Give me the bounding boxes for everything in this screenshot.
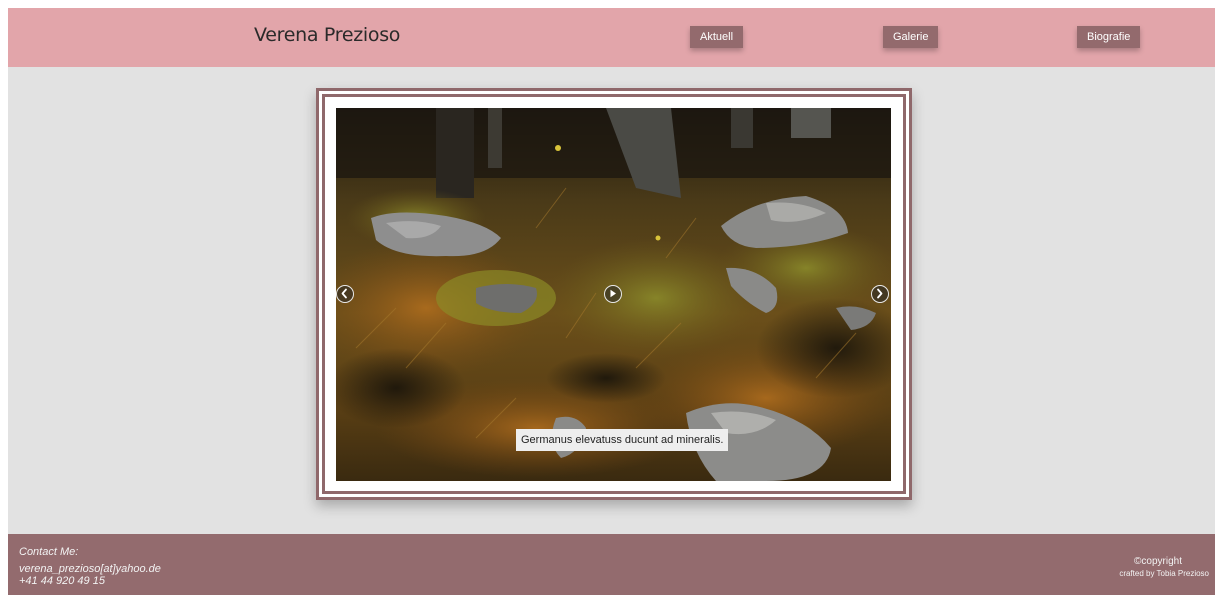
gallery-photo: Germanus elevatuss ducunt ad mineralis. (336, 108, 891, 481)
gallery-next-button[interactable] (871, 285, 889, 303)
nav-aktuell-button[interactable]: Aktuell (690, 26, 744, 48)
site-header: Verena Prezioso Aktuell Galerie Biografi… (8, 8, 1215, 67)
contact-email: verena_prezioso[at]yahoo.de (19, 563, 161, 575)
contact-label: Contact Me: (19, 546, 79, 558)
site-title[interactable]: Verena Prezioso (254, 24, 400, 46)
gallery-prev-button[interactable] (336, 285, 354, 303)
crafted-by-text: crafted by Tobia Prezioso (1119, 569, 1209, 578)
play-icon (610, 289, 616, 298)
contact-phone: +41 44 920 49 15 (19, 575, 105, 587)
chevron-right-icon (877, 288, 883, 299)
chevron-left-icon (341, 288, 347, 299)
copyright-text: ©copyright (1134, 556, 1182, 567)
gallery-play-button[interactable] (604, 285, 622, 303)
page: Verena Prezioso Aktuell Galerie Biografi… (8, 8, 1215, 595)
nav-galerie-button[interactable]: Galerie (883, 26, 939, 48)
site-footer: Contact Me: verena_prezioso[at]yahoo.de … (8, 534, 1215, 595)
nav-biografie-button[interactable]: Biografie (1077, 26, 1141, 48)
gallery-caption: Germanus elevatuss ducunt ad mineralis. (516, 429, 729, 451)
